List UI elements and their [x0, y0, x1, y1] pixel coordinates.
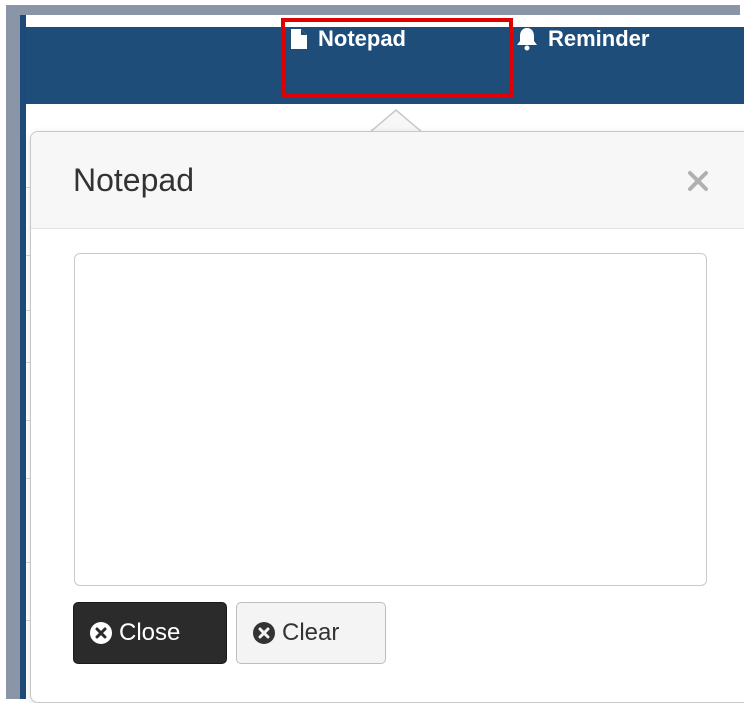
clear-button[interactable]: Clear — [236, 602, 386, 664]
close-circle-icon — [89, 621, 113, 645]
nav-reminder[interactable]: Reminder — [516, 0, 649, 77]
notepad-highlight-box — [281, 18, 513, 98]
frame-border-left — [6, 5, 20, 699]
bell-icon — [516, 27, 538, 51]
close-button[interactable]: Close — [73, 602, 227, 664]
close-icon[interactable] — [687, 170, 709, 197]
close-button-label: Close — [119, 619, 181, 646]
clear-circle-icon — [252, 621, 276, 645]
nav-reminder-label: Reminder — [548, 25, 650, 51]
clear-button-label: Clear — [282, 619, 340, 646]
notes-textarea[interactable] — [74, 253, 707, 586]
notepad-popover: Notepad Close Clear — [30, 131, 744, 703]
popover-title: Notepad — [73, 162, 194, 198]
popover-header: Notepad — [31, 132, 744, 229]
